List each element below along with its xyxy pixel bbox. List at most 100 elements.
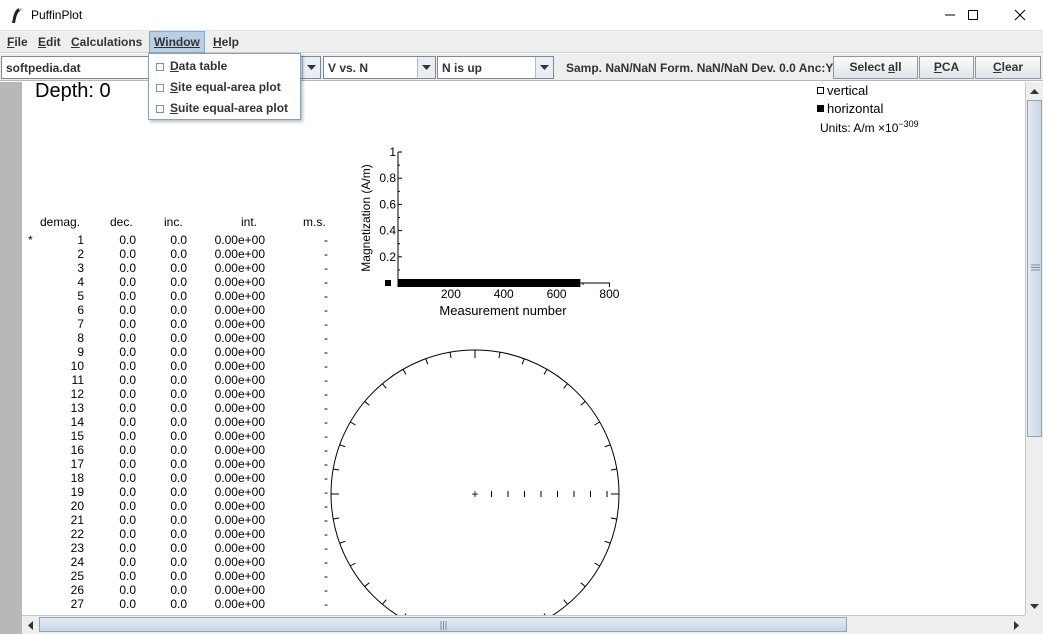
window-title: PuffinPlot [31,8,83,22]
chevron-down-icon[interactable] [302,57,320,78]
table-cell-dec: 0.0 [119,261,136,275]
checkbox-icon [156,63,164,71]
table-cell-n: 1 [77,233,84,247]
perimeter-tick [350,421,356,426]
table-cell-dec: 0.0 [119,387,136,401]
mnemonic: C [71,35,80,49]
menu-label: indow [165,35,200,49]
table-cell-int: 0.00e+00 [214,429,265,443]
table-cell-n: 7 [77,317,84,331]
maximize-button[interactable] [950,0,996,30]
table-cell-int: 0.00e+00 [214,415,265,429]
table-cell-dec: 0.0 [119,569,136,583]
arrow-up-icon[interactable] [1026,82,1043,100]
mnemonic: E [38,35,47,49]
menu-item-site-equal-area-plot[interactable]: Site equal-area plot [149,77,300,98]
menu-help[interactable]: Help [209,31,243,53]
table-cell-int: 0.00e+00 [214,233,265,247]
perimeter-tick [449,352,452,359]
x-tick-label: 800 [599,287,619,301]
table-cell-n: 8 [77,331,84,345]
table-cell-inc: 0.0 [170,555,187,569]
units-exponent: −309 [898,119,919,129]
menu-edit[interactable]: Edit [34,31,65,53]
legend-vertical: vertical [817,83,868,98]
equal-area-plot: + [330,349,620,615]
window-menu-dropdown: Data table Site equal-area plot Suite eq… [148,53,301,120]
y-tick-label: 0.2 [379,250,396,264]
perimeter-ticks [331,350,619,615]
perimeter-tick [521,358,525,365]
arrow-down-icon[interactable] [1026,597,1043,615]
table-cell-dec: 0.0 [119,499,136,513]
table-cell-inc: 0.0 [170,429,187,443]
table-cell-inc: 0.0 [170,485,187,499]
projection-combo-value: V vs. N [328,61,369,75]
table-cell-ms: - [324,233,328,247]
perimeter-tick [594,562,600,567]
table-cell-dec: 0.0 [119,359,136,373]
menu-bar: File Edit Calculations Window Help [0,31,1043,53]
menu-file[interactable]: File [3,31,32,53]
legend-horizontal: horizontal [817,101,883,116]
menu-window[interactable]: Window [149,31,205,53]
arrow-right-icon[interactable] [1008,616,1025,634]
pca-button[interactable]: PCA [919,56,974,79]
table-cell-n: 14 [70,415,84,429]
plot-canvas[interactable]: Depth: 0 vertical horizontal Units: A/m … [22,82,1025,615]
table-cell-n: 24 [70,555,84,569]
horizontal-scrollbar[interactable] [22,615,1025,634]
table-cell-inc: 0.0 [170,457,187,471]
table-cell-n: 16 [70,443,84,457]
vertical-scrollbar[interactable] [1025,82,1043,615]
table-cell-dec: 0.0 [119,233,136,247]
puffin-icon [12,8,23,23]
menu-label: alculations [79,35,143,49]
menu-item-data-table[interactable]: Data table [149,56,300,77]
table-cell-int: 0.00e+00 [214,401,265,415]
table-cell-dec: 0.0 [119,527,136,541]
table-cell-inc: 0.0 [170,345,187,359]
perimeter-tick [425,358,429,365]
perimeter-tick [382,383,387,389]
perimeter-tick [339,444,346,448]
vertical-scroll-thumb[interactable] [1027,100,1042,437]
orientation-combo[interactable]: N is up [437,56,554,79]
table-cell-int: 0.00e+00 [214,513,265,527]
table-cell-int: 0.00e+00 [214,373,265,387]
y-tick-label: 1 [389,145,396,159]
sample-info: Samp. NaN/NaN Form. NaN/NaN Dev. 0.0 Anc… [566,61,834,75]
clear-button[interactable]: Clear [975,56,1041,79]
table-cell-n: 3 [77,261,84,275]
perimeter-tick [364,582,370,587]
projection-combo[interactable]: V vs. N [323,56,436,79]
table-cell-inc: 0.0 [170,303,187,317]
table-cell-inc: 0.0 [170,401,187,415]
legend-label: horizontal [827,101,884,116]
y-tick-label: 0.8 [379,171,396,185]
horizontal-scroll-thumb[interactable] [39,617,847,632]
menu-item-suite-equal-area-plot[interactable]: Suite equal-area plot [149,98,300,119]
mnemonic: P [933,60,942,74]
chevron-down-icon[interactable] [417,57,435,78]
perimeter-tick [350,562,356,567]
perimeter-tick [382,599,387,605]
table-cell-ms: - [324,303,328,317]
menu-calculations[interactable]: Calculations [67,31,146,53]
perimeter-tick [402,369,407,375]
x-axis-label: Measurement number [439,303,567,318]
table-cell-dec: 0.0 [119,289,136,303]
origin-point [385,280,391,286]
chevron-down-icon[interactable] [535,57,553,78]
table-cell-inc: 0.0 [170,415,187,429]
table-cell-n: 5 [77,289,84,303]
arrow-left-icon[interactable] [22,616,39,634]
table-cell-int: 0.00e+00 [214,443,265,457]
table-cell-n: 17 [70,457,84,471]
table-cell-inc: 0.0 [170,513,187,527]
table-cell-dec: 0.0 [119,317,136,331]
column-header-demag: demag. [40,215,81,229]
close-button[interactable] [997,0,1043,30]
table-cell-int: 0.00e+00 [214,597,265,611]
select-all-button[interactable]: Select all [833,56,918,79]
